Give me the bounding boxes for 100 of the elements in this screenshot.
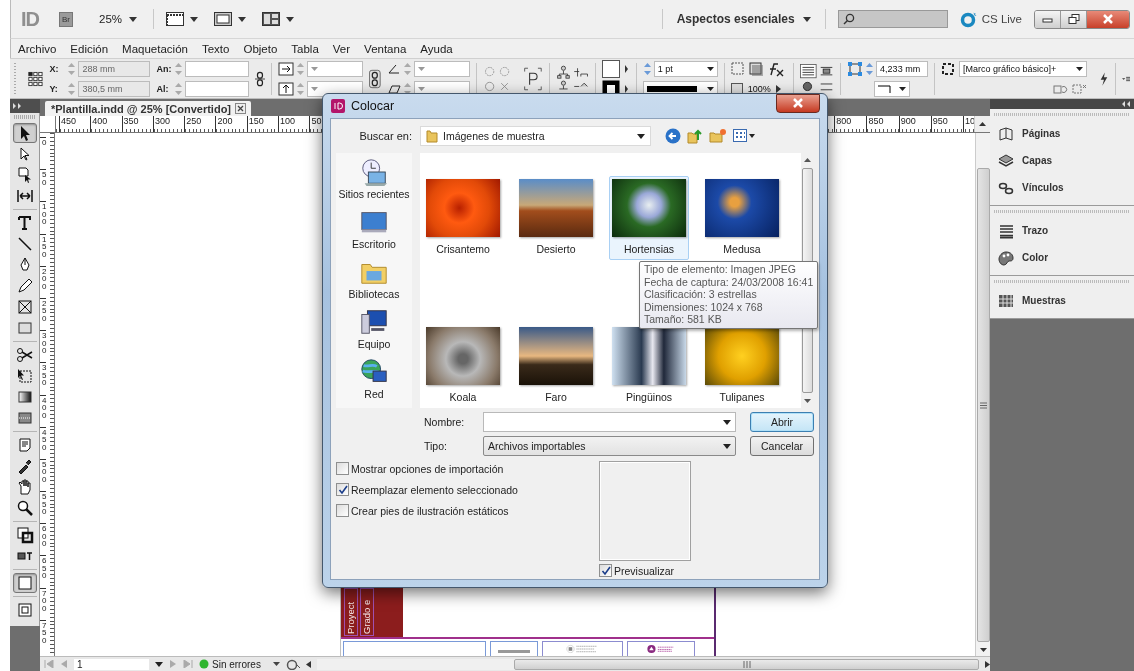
menu-item[interactable]: Maquetación bbox=[122, 42, 188, 55]
preflight-menu-icon[interactable] bbox=[286, 658, 300, 670]
width-field[interactable] bbox=[185, 60, 250, 77]
bridge-button[interactable]: Br bbox=[59, 11, 73, 27]
file-item[interactable]: Desierto bbox=[516, 176, 596, 260]
fill-swatch-icon[interactable] bbox=[602, 59, 630, 78]
scroll-down-icon[interactable] bbox=[804, 399, 811, 403]
ruler-label: 150 bbox=[40, 233, 46, 266]
panel-icon bbox=[998, 222, 1014, 239]
search-field[interactable] bbox=[837, 10, 948, 28]
close-icon bbox=[791, 98, 805, 108]
selection-tool[interactable] bbox=[12, 123, 37, 143]
shear-angle-icon bbox=[386, 82, 401, 95]
name-field[interactable] bbox=[483, 412, 737, 432]
panel-tab[interactable]: Capas bbox=[994, 147, 1134, 174]
collapse-icon[interactable] bbox=[1122, 101, 1132, 107]
back-icon[interactable] bbox=[665, 128, 681, 144]
zoom-dropdown[interactable]: 25% bbox=[99, 13, 138, 25]
view-options-icon[interactable] bbox=[166, 12, 199, 26]
place-item[interactable]: Equipo bbox=[357, 307, 391, 351]
caret-icon[interactable] bbox=[273, 662, 280, 666]
page-number-field[interactable]: 1 bbox=[74, 658, 149, 670]
checkbox[interactable] bbox=[336, 483, 349, 496]
new-folder-icon[interactable] bbox=[709, 128, 727, 144]
cs-live-icon[interactable] bbox=[959, 10, 978, 28]
checkbox[interactable] bbox=[336, 504, 349, 517]
caret-icon[interactable] bbox=[155, 661, 163, 667]
expand-icon[interactable] bbox=[13, 103, 23, 109]
caret-icon bbox=[899, 86, 907, 91]
menu-item[interactable]: Ver bbox=[332, 42, 351, 55]
corner-options-icon[interactable] bbox=[847, 60, 864, 77]
file-item[interactable]: Koala bbox=[423, 324, 503, 408]
close-button[interactable] bbox=[776, 93, 820, 113]
restore-button[interactable] bbox=[1061, 10, 1087, 28]
reference-point-icon[interactable] bbox=[28, 69, 44, 88]
ruler-label: 700 bbox=[40, 587, 46, 620]
place-item[interactable]: Sitios recientes bbox=[338, 157, 410, 201]
menu-item[interactable]: Objeto bbox=[243, 42, 278, 55]
checkbox[interactable] bbox=[599, 564, 612, 577]
place-item[interactable]: Red bbox=[359, 357, 389, 401]
panel-tab[interactable]: Color bbox=[994, 244, 1134, 271]
menu-item[interactable]: Archivo bbox=[18, 42, 57, 55]
menu-item[interactable]: Texto bbox=[201, 42, 230, 55]
screen-mode-icon[interactable] bbox=[214, 12, 247, 26]
panel-label: Capas bbox=[1022, 155, 1052, 166]
cancel-button[interactable]: Cancelar bbox=[750, 436, 814, 456]
ruler-label: 400 bbox=[40, 394, 46, 427]
panel-tab[interactable]: Trazo bbox=[994, 217, 1134, 244]
menu-item[interactable]: Tabla bbox=[291, 42, 319, 55]
document-tab[interactable]: *Plantilla.indd @ 25% [Convertido] bbox=[45, 101, 252, 116]
option-label: Crear pies de ilustración estáticos bbox=[351, 504, 509, 517]
y-field[interactable]: 380,5 mm bbox=[78, 80, 151, 97]
file-item[interactable]: Crisantemo bbox=[423, 176, 503, 260]
place-item[interactable]: Bibliotecas bbox=[348, 257, 400, 301]
stroke-weight-dropdown[interactable]: 1 pt bbox=[653, 60, 718, 77]
checkbox[interactable] bbox=[336, 462, 349, 475]
search-icon bbox=[842, 13, 855, 25]
screen-mode-button[interactable] bbox=[12, 573, 37, 593]
menu-item[interactable]: Ayuda bbox=[420, 42, 453, 55]
scrollbar-thumb[interactable] bbox=[514, 658, 979, 670]
caret-icon bbox=[1075, 66, 1083, 71]
scroll-down-icon[interactable] bbox=[979, 648, 987, 652]
menu-item[interactable]: Edición bbox=[70, 42, 109, 55]
file-item[interactable]: Medusa bbox=[702, 176, 782, 260]
height-field[interactable] bbox=[185, 80, 250, 97]
opacity-field[interactable]: 100% bbox=[744, 80, 774, 97]
arrange-documents-icon[interactable] bbox=[262, 12, 295, 26]
menu-item[interactable]: Ventana bbox=[364, 42, 407, 55]
panel-tab[interactable]: Páginas bbox=[994, 120, 1134, 147]
open-button[interactable]: Abrir bbox=[750, 412, 814, 432]
place-item[interactable]: Escritorio bbox=[352, 207, 396, 251]
preflight-status[interactable]: Sin errores bbox=[212, 658, 267, 670]
x-field[interactable]: 288 mm bbox=[78, 60, 151, 77]
cs-live-link[interactable]: CS Live bbox=[981, 13, 1022, 25]
file-item[interactable]: Pingüinos bbox=[609, 324, 689, 408]
view-menu-icon[interactable] bbox=[733, 129, 755, 143]
file-item[interactable]: Hortensias bbox=[609, 176, 689, 260]
tooltip-line: Clasificación: 3 estrellas bbox=[644, 288, 758, 301]
arrow-icon[interactable] bbox=[775, 84, 781, 93]
constrain-scale-button[interactable] bbox=[369, 67, 381, 90]
close-button[interactable] bbox=[1087, 10, 1129, 28]
object-style-dropdown[interactable]: [Marco gráfico básico]+ bbox=[958, 60, 1087, 77]
panel-label: Vínculos bbox=[1022, 182, 1064, 193]
scroll-up-icon[interactable] bbox=[804, 158, 811, 162]
up-folder-icon[interactable] bbox=[687, 128, 703, 144]
file-item[interactable]: Faro bbox=[516, 324, 596, 408]
scale-y-dropdown[interactable] bbox=[307, 80, 364, 97]
workspace-dropdown[interactable]: Aspectos esenciales bbox=[674, 12, 813, 26]
file-type-dropdown[interactable]: Archivos importables bbox=[483, 436, 737, 456]
corner-size-field[interactable]: 4,233 mm bbox=[876, 60, 929, 77]
panel-tab[interactable]: Vínculos bbox=[994, 174, 1134, 201]
corner-shape-dropdown[interactable] bbox=[874, 80, 911, 97]
folder-icon bbox=[426, 129, 438, 143]
file-item[interactable]: Tulipanes bbox=[702, 324, 782, 408]
close-icon[interactable] bbox=[235, 103, 247, 114]
scroll-left-icon[interactable] bbox=[306, 660, 311, 668]
scrollbar-thumb[interactable] bbox=[976, 168, 990, 642]
style-actions-icons-drawing[interactable] bbox=[1052, 82, 1087, 95]
scroll-up-icon[interactable] bbox=[979, 122, 986, 126]
look-in-dropdown[interactable]: Imágenes de muestra bbox=[420, 126, 651, 146]
